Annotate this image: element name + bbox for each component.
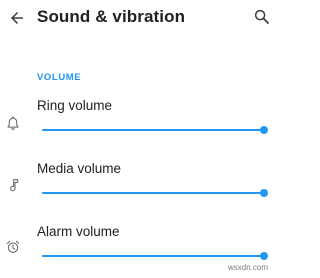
media-volume-slider[interactable] <box>42 187 268 199</box>
alarm-clock-icon <box>4 238 22 256</box>
alarm-volume-slider[interactable] <box>42 250 268 262</box>
slider-thumb[interactable] <box>260 252 268 260</box>
search-button[interactable] <box>251 6 273 28</box>
section-header-volume: VOLUME <box>37 72 82 83</box>
slider-fill <box>42 255 264 257</box>
music-note-icon <box>4 176 22 194</box>
toolbar: Sound & vibration <box>0 0 283 38</box>
slider-thumb[interactable] <box>260 189 268 197</box>
media-volume-label: Media volume <box>37 161 122 176</box>
alarm-volume-label: Alarm volume <box>37 224 120 239</box>
bell-icon <box>4 114 22 132</box>
page-title: Sound & vibration <box>37 7 186 26</box>
ring-volume-slider[interactable] <box>42 124 268 136</box>
slider-fill <box>42 129 264 131</box>
media-volume-row: Media volume <box>0 159 283 215</box>
ring-volume-label: Ring volume <box>37 98 113 113</box>
ring-volume-row: Ring volume <box>0 96 283 152</box>
back-arrow-icon <box>11 12 23 24</box>
search-icon <box>254 9 269 24</box>
slider-fill <box>42 192 264 194</box>
back-button[interactable] <box>4 5 30 31</box>
slider-thumb[interactable] <box>260 126 268 134</box>
watermark-text: wsxdn.com <box>228 263 269 272</box>
